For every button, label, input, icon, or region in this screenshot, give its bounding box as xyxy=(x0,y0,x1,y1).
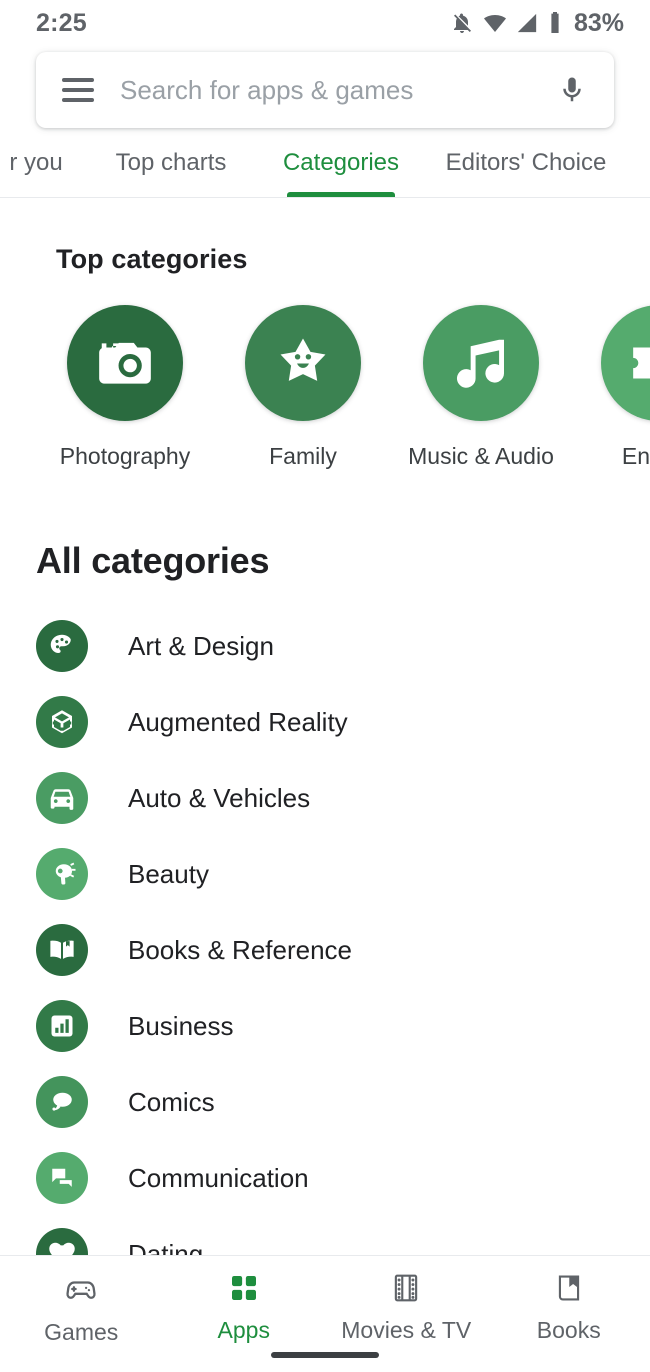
category-row-beauty[interactable]: Beauty xyxy=(0,836,650,912)
music-note-icon xyxy=(423,305,539,421)
nav-label: Movies & TV xyxy=(341,1317,472,1343)
battery-percent-label: 83% xyxy=(573,8,624,37)
search-bar-container xyxy=(0,46,650,128)
category-row-augmented-reality[interactable]: Augmented Reality xyxy=(0,684,650,760)
category-label: Augmented Reality xyxy=(128,706,348,737)
bookmark-icon xyxy=(553,1272,585,1309)
category-label: Business xyxy=(128,1010,234,1041)
hair-dryer-icon xyxy=(36,848,88,900)
top-category-label: Enterta xyxy=(621,443,650,469)
search-card[interactable] xyxy=(36,52,614,128)
play-store-screen: 2:25 83% Search for apps & games r you T… xyxy=(0,0,650,1372)
category-row-books-reference[interactable]: Books & Reference xyxy=(0,912,650,988)
chat-bubbles-icon xyxy=(36,1152,88,1204)
speech-bubble-icon xyxy=(36,1076,88,1128)
car-icon xyxy=(36,772,88,824)
category-label: Beauty xyxy=(128,858,209,889)
category-row-comics[interactable]: Comics xyxy=(0,1064,650,1140)
status-bar: 2:25 83% xyxy=(0,0,650,46)
tab-label: r you xyxy=(9,148,63,176)
nav-item-books[interactable]: Books xyxy=(488,1272,650,1344)
nav-label: Apps xyxy=(217,1317,270,1343)
battery-icon xyxy=(547,11,563,35)
category-label: Books & Reference xyxy=(128,934,353,965)
bar-chart-icon xyxy=(36,1000,88,1052)
top-category-label: Family xyxy=(269,443,337,469)
tab-categories[interactable]: Categories xyxy=(256,128,426,197)
film-strip-icon xyxy=(390,1272,422,1309)
nav-item-games[interactable]: Games xyxy=(0,1272,163,1346)
star-face-icon xyxy=(245,305,361,421)
book-icon xyxy=(36,924,88,976)
top-category-entertainment[interactable]: Enterta xyxy=(570,305,650,470)
ar-cube-icon xyxy=(36,696,88,748)
category-label: Communication xyxy=(128,1162,309,1193)
signal-icon xyxy=(516,12,538,34)
tab-label: Categories xyxy=(282,148,400,176)
tab-editors-choice[interactable]: Editors' Choice xyxy=(426,128,626,197)
nav-label: Books xyxy=(536,1317,601,1343)
camera-icon xyxy=(67,305,183,421)
category-label: Dating xyxy=(128,1238,204,1256)
search-input[interactable] xyxy=(120,74,552,106)
tab-active-indicator xyxy=(287,192,395,197)
tab-for-you[interactable]: r you xyxy=(0,128,86,197)
tab-label: Top charts xyxy=(115,148,227,176)
category-row-business[interactable]: Business xyxy=(0,988,650,1064)
all-categories-list: Art & Design Augmented Reality Auto & Ve… xyxy=(0,582,650,1255)
top-category-family[interactable]: Family xyxy=(214,305,392,470)
top-category-photography[interactable]: Photography xyxy=(36,305,214,470)
category-row-communication[interactable]: Communication xyxy=(0,1140,650,1216)
bottom-navigation: Games Apps Movies & TV Books xyxy=(0,1255,650,1372)
all-categories-title: All categories xyxy=(36,540,270,581)
nav-item-movies-tv[interactable]: Movies & TV xyxy=(325,1272,488,1344)
palette-icon xyxy=(36,620,88,672)
top-categories-title: Top categories xyxy=(56,244,248,274)
category-row-auto-vehicles[interactable]: Auto & Vehicles xyxy=(0,760,650,836)
apps-grid-icon xyxy=(228,1272,260,1309)
category-label: Comics xyxy=(128,1086,215,1117)
hamburger-menu-icon[interactable] xyxy=(62,78,94,102)
category-label: Art & Design xyxy=(128,630,274,661)
top-categories-carousel[interactable]: Photography Family Music & Audio En xyxy=(0,275,650,470)
category-row-dating[interactable]: Dating xyxy=(0,1216,650,1255)
status-clock: 2:25 xyxy=(36,8,87,37)
status-icons: 83% xyxy=(450,9,624,38)
home-gesture-bar[interactable] xyxy=(271,1352,379,1358)
category-label: Auto & Vehicles xyxy=(128,782,311,813)
gamepad-icon xyxy=(64,1272,98,1311)
heart-icon xyxy=(36,1228,88,1255)
top-category-label: Photography xyxy=(59,443,191,469)
wifi-icon xyxy=(483,11,507,35)
nav-item-apps[interactable]: Apps xyxy=(163,1272,326,1344)
top-category-music-audio[interactable]: Music & Audio xyxy=(392,305,570,470)
tab-label: Editors' Choice xyxy=(445,148,607,176)
bell-off-icon xyxy=(450,11,474,35)
category-row-art-design[interactable]: Art & Design xyxy=(0,608,650,684)
ticket-icon xyxy=(601,305,650,421)
nav-label: Games xyxy=(44,1319,119,1345)
top-category-label: Music & Audio xyxy=(408,443,554,469)
tab-bar: r you Top charts Categories Editors' Cho… xyxy=(0,128,650,198)
category-content-scroll[interactable]: Top categories Photography Family Music … xyxy=(0,216,650,1255)
microphone-icon[interactable] xyxy=(552,75,592,105)
tab-top-charts[interactable]: Top charts xyxy=(86,128,256,197)
